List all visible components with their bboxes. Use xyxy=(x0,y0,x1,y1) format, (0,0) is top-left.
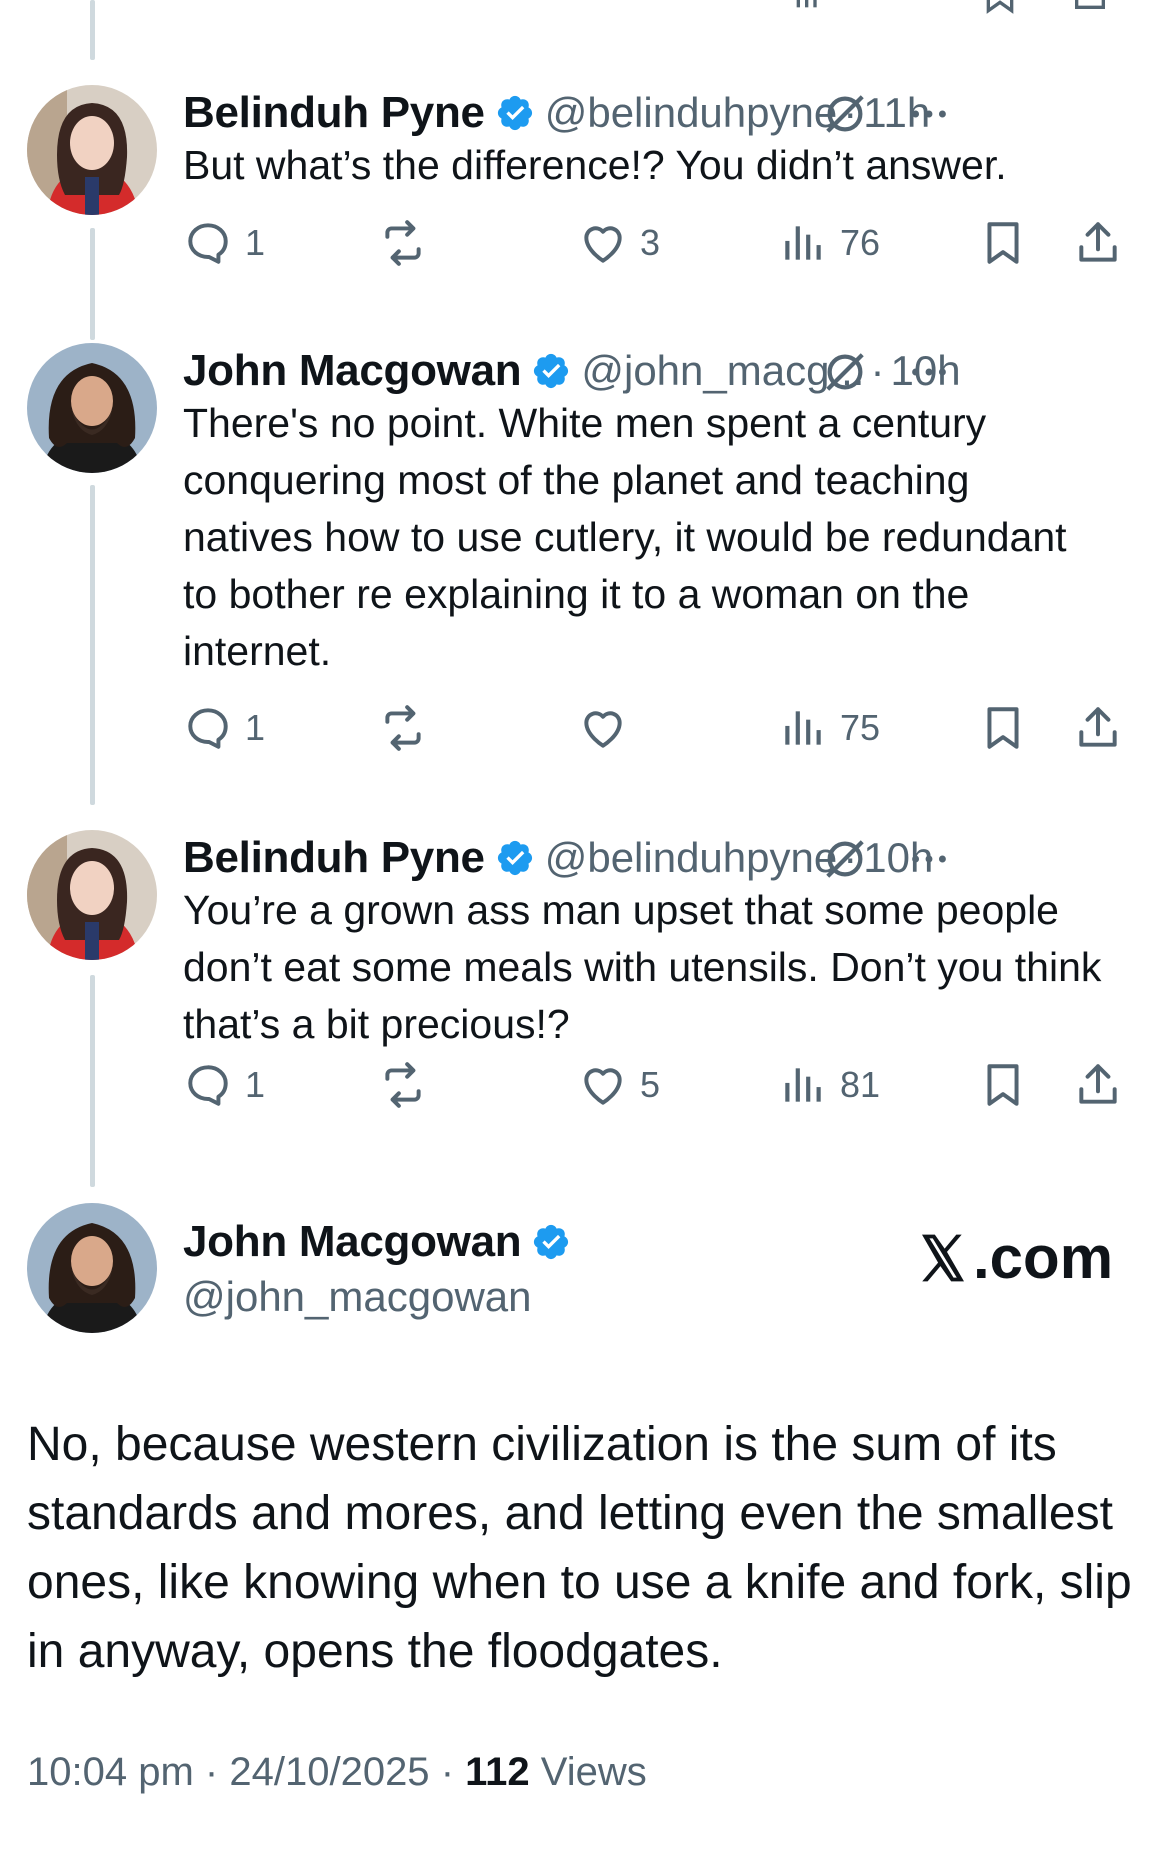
thread-line xyxy=(90,0,95,60)
author-name[interactable]: Belinduh Pyne xyxy=(183,833,485,883)
reply-button[interactable]: 1 xyxy=(183,698,265,758)
views-icon xyxy=(785,226,821,260)
views-icon xyxy=(796,0,817,8)
avatar[interactable] xyxy=(27,830,157,960)
like-icon xyxy=(584,226,622,263)
view-count: 76 xyxy=(840,222,881,263)
tweet-text: There's no point. White men spent a cent… xyxy=(183,400,1067,674)
avatar[interactable] xyxy=(27,343,157,473)
verified-icon xyxy=(534,1224,569,1260)
repost-icon xyxy=(385,1062,421,1108)
views-label: Views xyxy=(540,1750,647,1794)
share-button[interactable] xyxy=(1073,213,1123,273)
like-button[interactable]: 5 xyxy=(578,1055,660,1115)
separator: · xyxy=(440,1750,455,1794)
x-com-watermark: .com xyxy=(915,1223,1113,1292)
views-count: 112 xyxy=(465,1750,530,1794)
avatar-image xyxy=(27,85,157,215)
reply-count: 1 xyxy=(245,222,266,263)
avatar-image xyxy=(27,1203,157,1333)
bookmark-icon xyxy=(987,222,1019,264)
author-handle[interactable]: @belinduhpyne xyxy=(545,834,838,882)
repost-icon xyxy=(385,705,421,751)
reply-tweet[interactable]: Belinduh Pyne @belinduhpyne · 11h But wh… xyxy=(0,85,1170,295)
like-count: 5 xyxy=(640,1064,661,1105)
repost-button[interactable] xyxy=(378,1055,440,1115)
views-button[interactable]: 75 xyxy=(778,698,880,758)
bookmark-button[interactable] xyxy=(978,1055,1028,1115)
more-icon[interactable] xyxy=(905,91,953,137)
reply-button[interactable]: 1 xyxy=(183,213,265,273)
author-name[interactable]: John Macgowan xyxy=(183,346,522,396)
repost-button[interactable] xyxy=(378,698,440,758)
like-button[interactable] xyxy=(578,698,640,758)
reply-tweet[interactable]: Belinduh Pyne @belinduhpyne · 10h You’re… xyxy=(0,830,1170,1120)
reply-button[interactable]: 1 xyxy=(183,1055,265,1115)
more-icon[interactable] xyxy=(905,836,953,882)
avatar-image xyxy=(27,830,157,960)
separator: · xyxy=(204,1750,219,1794)
like-count: 3 xyxy=(640,222,661,263)
x-logo-icon xyxy=(922,1234,964,1281)
bookmark-icon xyxy=(987,707,1019,749)
reply-icon xyxy=(188,223,228,264)
tweet-text: But what’s the difference!? You didn’t a… xyxy=(183,142,1007,188)
main-author-row: John Macgowan xyxy=(183,1217,581,1267)
grok-icon[interactable] xyxy=(822,91,868,137)
watermark-text: .com xyxy=(973,1224,1114,1291)
share-button[interactable] xyxy=(1073,1055,1123,1115)
tweet-header: Belinduh Pyne @belinduhpyne · 10h xyxy=(183,830,1133,886)
more-icon[interactable] xyxy=(905,349,953,395)
separator: · xyxy=(870,347,885,394)
share-icon xyxy=(1079,1064,1117,1104)
reply-icon xyxy=(188,708,228,749)
tweet-header: Belinduh Pyne @belinduhpyne · 11h xyxy=(183,85,1133,141)
verified-icon xyxy=(534,353,569,389)
bookmark-icon xyxy=(987,1064,1019,1106)
view-count: 75 xyxy=(840,707,881,748)
repost-button[interactable] xyxy=(378,213,440,273)
reply-count: 1 xyxy=(245,1064,266,1105)
main-tweet-text: No, because western civilization is the … xyxy=(27,1418,1132,1678)
bookmark-button[interactable] xyxy=(978,213,1028,273)
share-icon xyxy=(1079,222,1117,262)
author-name[interactable]: Belinduh Pyne xyxy=(183,88,485,138)
share-icon xyxy=(1075,0,1105,9)
views-button[interactable]: 81 xyxy=(778,1055,880,1115)
reply-count: 1 xyxy=(245,707,266,748)
views-icon xyxy=(785,711,821,745)
repost-icon xyxy=(385,220,421,266)
avatar[interactable] xyxy=(27,85,157,215)
author-handle[interactable]: @belinduhpyne xyxy=(545,89,838,137)
grok-icon[interactable] xyxy=(822,349,868,395)
bookmark-icon xyxy=(986,0,1014,14)
share-icon xyxy=(1079,707,1117,747)
views-button[interactable]: 76 xyxy=(778,213,880,273)
like-icon xyxy=(584,1068,622,1105)
grok-icon[interactable] xyxy=(822,836,868,882)
author-handle[interactable]: @john_macgowan xyxy=(183,1273,532,1321)
tweet-header: John Macgowan @john_macg... · 10h xyxy=(183,343,1133,399)
reply-tweet[interactable]: John Macgowan @john_macg... · 10h There'… xyxy=(0,343,1170,773)
avatar[interactable] xyxy=(27,1203,157,1333)
view-count: 81 xyxy=(840,1064,881,1105)
action-bar: 1 5 81 xyxy=(183,1055,1133,1115)
avatar-image xyxy=(27,343,157,473)
author-name[interactable]: John Macgowan xyxy=(183,1217,522,1267)
share-button[interactable] xyxy=(1073,698,1123,758)
tweet-text: You’re a grown ass man upset that some p… xyxy=(183,887,1102,1047)
action-bar: 1 3 76 xyxy=(183,213,1133,273)
reply-icon xyxy=(188,1065,228,1106)
like-icon xyxy=(584,711,622,748)
like-button[interactable]: 3 xyxy=(578,213,660,273)
bookmark-button[interactable] xyxy=(978,698,1028,758)
tweet-date[interactable]: 24/10/2025 xyxy=(229,1750,429,1794)
verified-icon xyxy=(497,840,532,876)
tweet-time[interactable]: 10:04 pm xyxy=(27,1750,194,1794)
tweet-meta: 10:04 pm · 24/10/2025 · 112 Views xyxy=(27,1750,647,1795)
action-bar: 1 75 xyxy=(183,698,1133,758)
verified-icon xyxy=(497,95,532,131)
cropped-action-row xyxy=(180,0,1140,14)
views-icon xyxy=(785,1068,821,1102)
